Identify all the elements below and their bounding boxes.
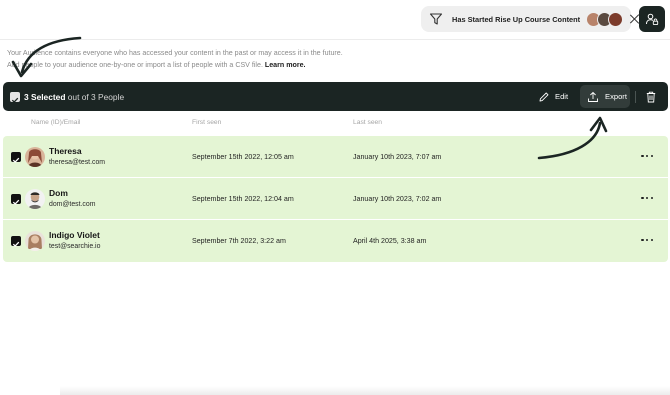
check-icon xyxy=(11,97,19,103)
filter-label: Has Started Rise Up Course Content xyxy=(452,14,581,24)
row-checkbox[interactable] xyxy=(11,194,21,205)
description-line-1: Your Audience contains everyone who has … xyxy=(7,49,343,57)
avatar xyxy=(25,147,45,167)
row-last-seen: January 10th 2023, 7:07 am xyxy=(353,153,442,161)
column-header-last-seen[interactable]: Last seen xyxy=(353,119,382,126)
column-header-first-seen[interactable]: First seen xyxy=(192,119,221,126)
edit-button[interactable]: Edit xyxy=(538,89,568,104)
bottom-shadow xyxy=(60,386,670,395)
learn-more-link[interactable]: Learn more. xyxy=(265,61,306,69)
description-line-2: Add people to your audience one-by-one o… xyxy=(7,60,263,69)
row-name: Theresa xyxy=(49,146,82,156)
table-header: Name (ID)/Email First seen Last seen xyxy=(0,119,670,131)
more-options-icon[interactable] xyxy=(641,193,653,203)
avatar xyxy=(25,231,45,251)
selection-bar: 3 Selected out of 3 People Edit Export xyxy=(3,82,668,111)
more-options-icon[interactable] xyxy=(641,151,653,161)
divider xyxy=(635,91,636,103)
avatar xyxy=(25,189,45,209)
row-first-seen: September 15th 2022, 12:05 am xyxy=(192,153,294,161)
column-header-name[interactable]: Name (ID)/Email xyxy=(31,119,80,126)
row-email: theresa@test.com xyxy=(49,159,106,166)
filter-pill[interactable]: Has Started Rise Up Course Content xyxy=(421,6,631,32)
top-bar: Has Started Rise Up Course Content xyxy=(0,0,670,40)
row-last-seen: April 4th 2025, 3:38 am xyxy=(353,237,427,245)
table-row[interactable]: Dom dom@test.com September 15th 2022, 12… xyxy=(3,178,668,220)
audience-table-body: Theresa theresa@test.com September 15th … xyxy=(3,136,668,262)
check-icon xyxy=(12,199,20,205)
upload-icon xyxy=(588,91,598,102)
row-last-seen: January 10th 2023, 7:02 am xyxy=(353,195,442,203)
pencil-icon xyxy=(539,92,549,101)
row-checkbox[interactable] xyxy=(11,152,21,163)
row-first-seen: September 15th 2022, 12:04 am xyxy=(192,195,294,203)
row-email: test@searchie.io xyxy=(49,243,101,250)
user-lock-icon xyxy=(646,13,659,26)
export-label: Export xyxy=(605,92,627,101)
trash-icon xyxy=(646,91,656,103)
delete-button[interactable] xyxy=(644,90,658,104)
edit-label: Edit xyxy=(555,92,569,101)
check-icon xyxy=(12,157,20,163)
row-name: Dom xyxy=(49,188,68,198)
select-all-checkbox[interactable] xyxy=(10,92,20,103)
row-name: Indigo Violet xyxy=(49,230,100,240)
check-icon xyxy=(12,241,20,247)
filter-icon xyxy=(429,12,443,26)
row-email: dom@test.com xyxy=(49,201,96,208)
filter-avatars xyxy=(586,11,624,27)
table-row[interactable]: Indigo Violet test@searchie.io September… xyxy=(3,220,668,262)
user-settings-button[interactable] xyxy=(639,6,665,32)
row-first-seen: September 7th 2022, 3:22 am xyxy=(192,237,286,245)
total-count: out of 3 People xyxy=(67,92,125,102)
more-options-icon[interactable] xyxy=(641,235,653,245)
audience-description: Your Audience contains everyone who has … xyxy=(7,48,527,71)
table-row[interactable]: Theresa theresa@test.com September 15th … xyxy=(3,136,668,178)
row-checkbox[interactable] xyxy=(11,236,21,247)
selected-count: 3 Selected xyxy=(24,92,66,102)
selection-count: 3 Selected out of 3 People xyxy=(24,92,124,102)
avatar xyxy=(608,11,624,27)
export-button[interactable]: Export xyxy=(580,85,630,108)
